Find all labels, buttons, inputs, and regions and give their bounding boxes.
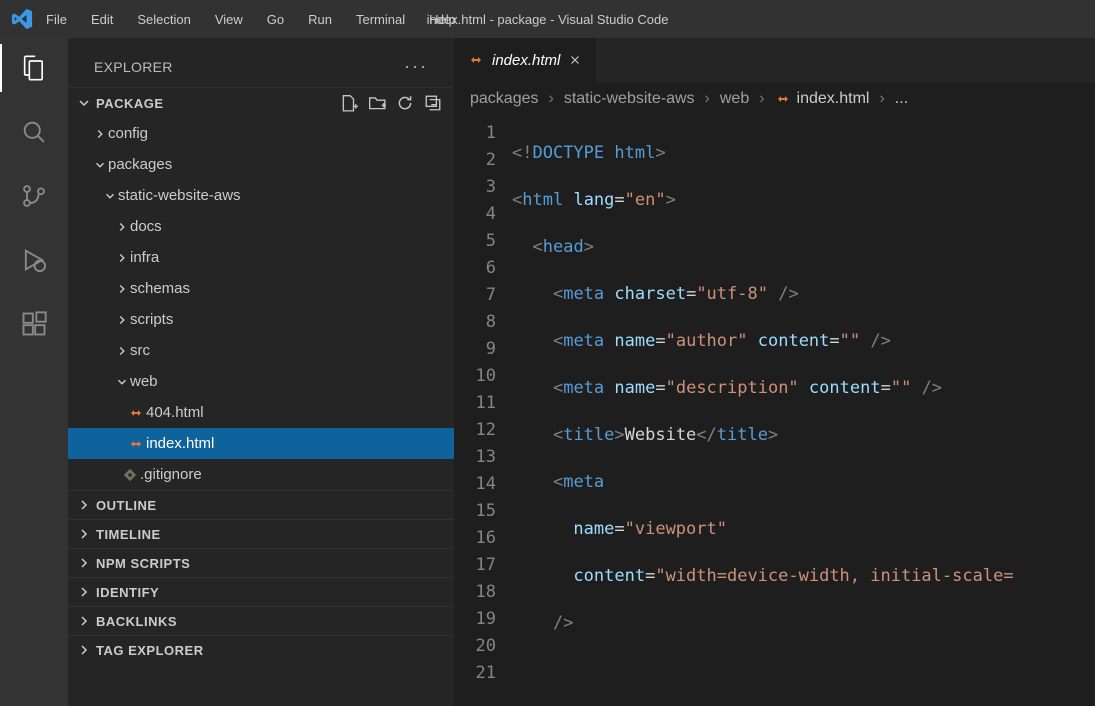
chevron-right-icon: › — [759, 90, 764, 108]
file-tree: config packages static-website-aws docs … — [68, 118, 454, 490]
editor-group: index.html packages › static-website-aws… — [454, 38, 1095, 706]
tree-folder-docs[interactable]: docs — [68, 211, 454, 242]
line-number-gutter: 123456789101112131415161718192021 — [454, 116, 512, 706]
html-file-icon — [126, 405, 146, 421]
tree-file-index[interactable]: index.html — [68, 428, 454, 459]
collapse-all-icon[interactable] — [424, 94, 442, 112]
activity-search-icon[interactable] — [20, 118, 48, 146]
tab-filename: index.html — [492, 52, 560, 69]
section-tag-explorer[interactable]: TAG EXPLORER — [68, 635, 454, 664]
activity-extensions-icon[interactable] — [20, 310, 48, 338]
breadcrumb-overflow[interactable]: ... — [895, 90, 908, 108]
menu-terminal[interactable]: Terminal — [344, 2, 417, 37]
activity-bar — [0, 38, 68, 706]
menu-edit[interactable]: Edit — [79, 2, 125, 37]
breadcrumb-item[interactable]: packages — [470, 90, 539, 108]
chevron-right-icon: › — [549, 90, 554, 108]
refresh-icon[interactable] — [396, 94, 414, 112]
tree-folder-packages[interactable]: packages — [68, 149, 454, 180]
code-editor[interactable]: <!DOCTYPE html> <html lang="en"> <head> … — [512, 116, 1095, 706]
menu-view[interactable]: View — [203, 2, 255, 37]
breadcrumb-item[interactable]: index.html — [775, 90, 870, 108]
menu-run[interactable]: Run — [296, 2, 344, 37]
tree-folder-static-website-aws[interactable]: static-website-aws — [68, 180, 454, 211]
breadcrumbs[interactable]: packages › static-website-aws › web › in… — [454, 82, 1095, 116]
menu-selection[interactable]: Selection — [125, 2, 202, 37]
explorer-title: EXPLORER — [94, 59, 173, 75]
html-file-icon — [126, 436, 146, 452]
tree-folder-src[interactable]: src — [68, 335, 454, 366]
vscode-logo-icon — [0, 8, 34, 30]
html-file-icon — [468, 52, 484, 68]
chevron-right-icon: › — [879, 90, 884, 108]
chevron-right-icon: › — [705, 90, 710, 108]
menu-file[interactable]: File — [34, 2, 79, 37]
tree-folder-config[interactable]: config — [68, 118, 454, 149]
tree-file-404[interactable]: 404.html — [68, 397, 454, 428]
section-npm-scripts[interactable]: NPM SCRIPTS — [68, 548, 454, 577]
new-folder-icon[interactable] — [368, 94, 386, 112]
breadcrumb-item[interactable]: static-website-aws — [564, 90, 695, 108]
tree-folder-infra[interactable]: infra — [68, 242, 454, 273]
explorer-more-icon[interactable]: ··· — [404, 56, 434, 77]
section-identify[interactable]: IDENTIFY — [68, 577, 454, 606]
section-backlinks[interactable]: BACKLINKS — [68, 606, 454, 635]
menu-go[interactable]: Go — [255, 2, 296, 37]
title-bar: File Edit Selection View Go Run Terminal… — [0, 0, 1095, 38]
section-header-package[interactable]: PACKAGE — [68, 87, 454, 118]
section-root-label: PACKAGE — [96, 96, 164, 111]
new-file-icon[interactable] — [340, 94, 358, 112]
close-tab-icon[interactable] — [568, 53, 582, 67]
activity-run-debug-icon[interactable] — [20, 246, 48, 274]
explorer-sidebar: EXPLORER ··· PACKAGE config packages — [68, 38, 454, 706]
breadcrumb-item[interactable]: web — [720, 90, 749, 108]
tree-file-gitignore[interactable]: .gitignore — [68, 459, 454, 490]
tree-folder-web[interactable]: web — [68, 366, 454, 397]
section-timeline[interactable]: TIMELINE — [68, 519, 454, 548]
activity-explorer-icon[interactable] — [20, 54, 48, 82]
section-outline[interactable]: OUTLINE — [68, 490, 454, 519]
menu-help[interactable]: Help — [417, 2, 468, 37]
activity-source-control-icon[interactable] — [20, 182, 48, 210]
tree-folder-scripts[interactable]: scripts — [68, 304, 454, 335]
tree-folder-schemas[interactable]: schemas — [68, 273, 454, 304]
menu-bar: File Edit Selection View Go Run Terminal… — [34, 2, 468, 37]
tab-index-html[interactable]: index.html — [454, 38, 596, 82]
editor-tabs: index.html — [454, 38, 1095, 82]
gitignore-file-icon — [120, 468, 140, 482]
